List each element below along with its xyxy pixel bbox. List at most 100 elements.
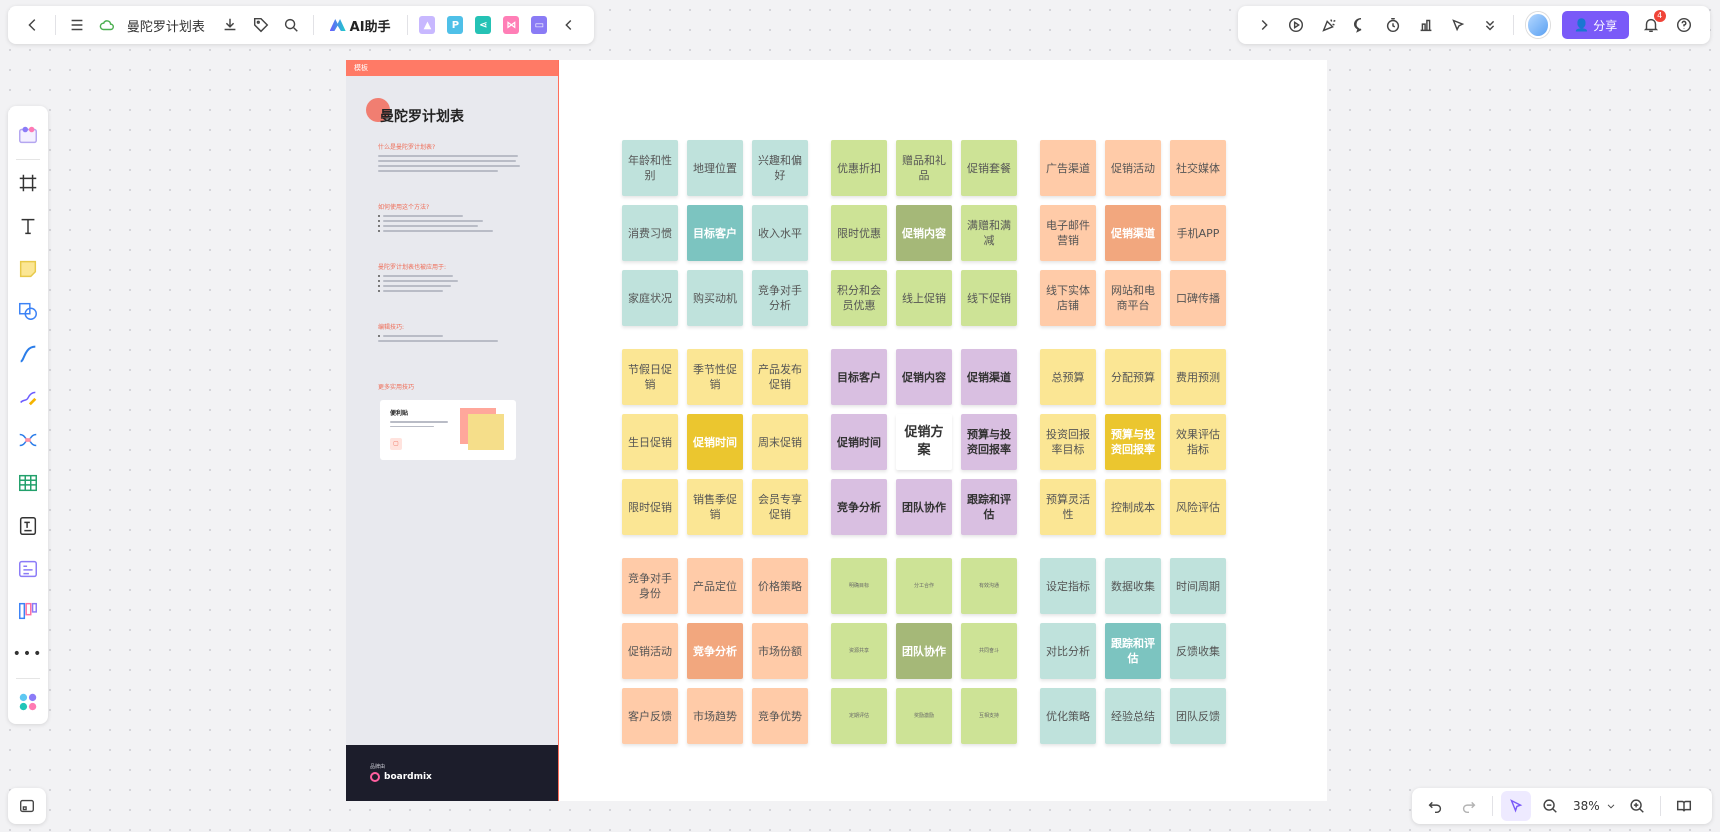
sticky-note[interactable]: 年龄和性别 bbox=[622, 140, 678, 196]
pen-icon[interactable] bbox=[13, 382, 43, 412]
flowchart-app-icon[interactable]: ⋈ bbox=[503, 16, 520, 34]
sticky-note-center[interactable]: 目标客户 bbox=[687, 205, 743, 261]
sticky-note[interactable]: 客户反馈 bbox=[622, 688, 678, 744]
sticky-note[interactable]: 对比分析 bbox=[1040, 623, 1096, 679]
back-icon[interactable] bbox=[20, 10, 47, 40]
sticky-note[interactable]: 价格策略 bbox=[752, 558, 808, 614]
sticky-note[interactable]: 限时促销 bbox=[622, 479, 678, 535]
sticky-note[interactable]: 互相支持 bbox=[961, 688, 1017, 744]
sticky-note[interactable]: 电子邮件营销 bbox=[1040, 205, 1096, 261]
mindmap-icon[interactable] bbox=[13, 425, 43, 455]
sticky-note-center[interactable]: 促销渠道 bbox=[1105, 205, 1161, 261]
sticky-note[interactable]: 投资回报率目标 bbox=[1040, 414, 1096, 470]
tag-icon[interactable] bbox=[247, 10, 274, 40]
sticky-note[interactable]: 经验总结 bbox=[1105, 688, 1161, 744]
sticky-note-center[interactable]: 促销方案 bbox=[896, 414, 952, 470]
sticky-note[interactable]: 竞争分析 bbox=[831, 479, 887, 535]
zoom-level[interactable]: 38% bbox=[1573, 799, 1600, 813]
comment-icon[interactable] bbox=[1347, 10, 1375, 40]
sticky-note[interactable]: 产品定位 bbox=[687, 558, 743, 614]
sticky-note[interactable]: 优惠折扣 bbox=[831, 140, 887, 196]
sticky-note[interactable]: 设定指标 bbox=[1040, 558, 1096, 614]
celebrate-icon[interactable] bbox=[1315, 10, 1343, 40]
laser-pointer-icon[interactable] bbox=[1444, 10, 1472, 40]
sticky-note[interactable]: 反馈收集 bbox=[1170, 623, 1226, 679]
sticky-note[interactable]: 效果评估指标 bbox=[1170, 414, 1226, 470]
template-icon[interactable] bbox=[13, 120, 43, 150]
vote-icon[interactable] bbox=[1412, 10, 1440, 40]
sticky-note[interactable]: 广告渠道 bbox=[1040, 140, 1096, 196]
sticky-note-center[interactable]: 预算与投资回报率 bbox=[1105, 414, 1161, 470]
doc-title[interactable]: 曼陀罗计划表 bbox=[127, 16, 205, 35]
sticky-note[interactable]: 促销内容 bbox=[896, 349, 952, 405]
ai-assistant-button[interactable]: AI助手 bbox=[329, 16, 391, 35]
sticky-note[interactable]: 资源共享 bbox=[831, 623, 887, 679]
sticky-note[interactable]: 会员专享促销 bbox=[752, 479, 808, 535]
sticky-note[interactable]: 团队协作 bbox=[896, 479, 952, 535]
sticky-note[interactable]: 促销渠道 bbox=[961, 349, 1017, 405]
undo-icon[interactable] bbox=[1420, 791, 1450, 821]
sticky-note-center[interactable]: 促销内容 bbox=[896, 205, 952, 261]
sticky-note[interactable]: 时间周期 bbox=[1170, 558, 1226, 614]
sticky-note[interactable]: 竞争对手身份 bbox=[622, 558, 678, 614]
sticky-note[interactable]: 节假日促销 bbox=[622, 349, 678, 405]
text-icon[interactable] bbox=[13, 211, 43, 241]
zoom-out-icon[interactable] bbox=[1535, 791, 1565, 821]
sticky-note[interactable]: 地理位置 bbox=[687, 140, 743, 196]
chat-app-icon[interactable]: ▭ bbox=[531, 16, 548, 34]
sticky-note[interactable]: 分配预算 bbox=[1105, 349, 1161, 405]
sticky-note[interactable]: 定期评估 bbox=[831, 688, 887, 744]
sticky-note[interactable]: 促销时间 bbox=[831, 414, 887, 470]
sticky-note[interactable]: 促销活动 bbox=[622, 623, 678, 679]
zoom-dropdown-icon[interactable] bbox=[1604, 791, 1618, 821]
sticky-note[interactable]: 目标客户 bbox=[831, 349, 887, 405]
redo-icon[interactable] bbox=[1454, 791, 1484, 821]
sticky-note[interactable]: 团队反馈 bbox=[1170, 688, 1226, 744]
sticky-note-center[interactable]: 促销时间 bbox=[687, 414, 743, 470]
presentation-app-icon[interactable]: P bbox=[447, 16, 464, 34]
sticky-note[interactable]: 市场份额 bbox=[752, 623, 808, 679]
sticky-note[interactable]: 周末促销 bbox=[752, 414, 808, 470]
notification-button[interactable]: 4 bbox=[1637, 10, 1666, 40]
sticky-note[interactable]: 家庭状况 bbox=[622, 270, 678, 326]
timer-icon[interactable] bbox=[1379, 10, 1407, 40]
sticky-note[interactable]: 竞争优势 bbox=[752, 688, 808, 744]
zoom-in-icon[interactable] bbox=[1622, 791, 1652, 821]
sticky-note[interactable]: 网站和电商平台 bbox=[1105, 270, 1161, 326]
sticky-note[interactable]: 控制成本 bbox=[1105, 479, 1161, 535]
sticky-note[interactable]: 赠品和礼品 bbox=[896, 140, 952, 196]
more-chevron-icon[interactable] bbox=[1476, 10, 1504, 40]
help-icon[interactable] bbox=[1670, 10, 1698, 40]
sticky-note[interactable]: 季节性促销 bbox=[687, 349, 743, 405]
sticky-note[interactable]: 兴趣和偏好 bbox=[752, 140, 808, 196]
shape-icon[interactable] bbox=[13, 296, 43, 326]
canvas-board[interactable]: 模板 曼陀罗计划表 什么是曼陀罗计划表? 如何使用这个方法? 曼陀罗计划表也被应… bbox=[346, 60, 1327, 801]
download-icon[interactable] bbox=[217, 10, 244, 40]
sticky-note[interactable]: 促销活动 bbox=[1105, 140, 1161, 196]
sticky-note[interactable]: 积分和会员优惠 bbox=[831, 270, 887, 326]
search-icon[interactable] bbox=[278, 10, 305, 40]
sticky-note[interactable]: 共同奋斗 bbox=[961, 623, 1017, 679]
sticky-note[interactable]: 优化策略 bbox=[1040, 688, 1096, 744]
sticky-note[interactable]: 消费习惯 bbox=[622, 205, 678, 261]
sticky-note[interactable]: 线下实体店铺 bbox=[1040, 270, 1096, 326]
sticky-note-center[interactable]: 团队协作 bbox=[896, 623, 952, 679]
connector-icon[interactable] bbox=[13, 339, 43, 369]
collapse-icon[interactable] bbox=[555, 10, 582, 40]
sticky-note[interactable]: 跟踪和评估 bbox=[961, 479, 1017, 535]
mindmap-app-icon[interactable]: ⋖ bbox=[475, 16, 492, 34]
sticky-note[interactable]: 产品发布促销 bbox=[752, 349, 808, 405]
sticky-note[interactable]: 奖励激励 bbox=[896, 688, 952, 744]
share-button[interactable]: 👤 分享 bbox=[1562, 11, 1630, 39]
sticky-note[interactable]: 线下促销 bbox=[961, 270, 1017, 326]
menu-icon[interactable] bbox=[64, 10, 91, 40]
frame-icon[interactable] bbox=[13, 168, 43, 198]
sticky-note-center[interactable]: 竞争分析 bbox=[687, 623, 743, 679]
sticky-note[interactable]: 社交媒体 bbox=[1170, 140, 1226, 196]
expand-icon[interactable] bbox=[1250, 10, 1278, 40]
sticky-note[interactable]: 手机APP bbox=[1170, 205, 1226, 261]
sticky-note[interactable]: 促销套餐 bbox=[961, 140, 1017, 196]
sticky-note[interactable]: 数据收集 bbox=[1105, 558, 1161, 614]
select-pointer-icon[interactable] bbox=[1501, 791, 1531, 821]
sticky-note[interactable]: 预算与投资回报率 bbox=[961, 414, 1017, 470]
